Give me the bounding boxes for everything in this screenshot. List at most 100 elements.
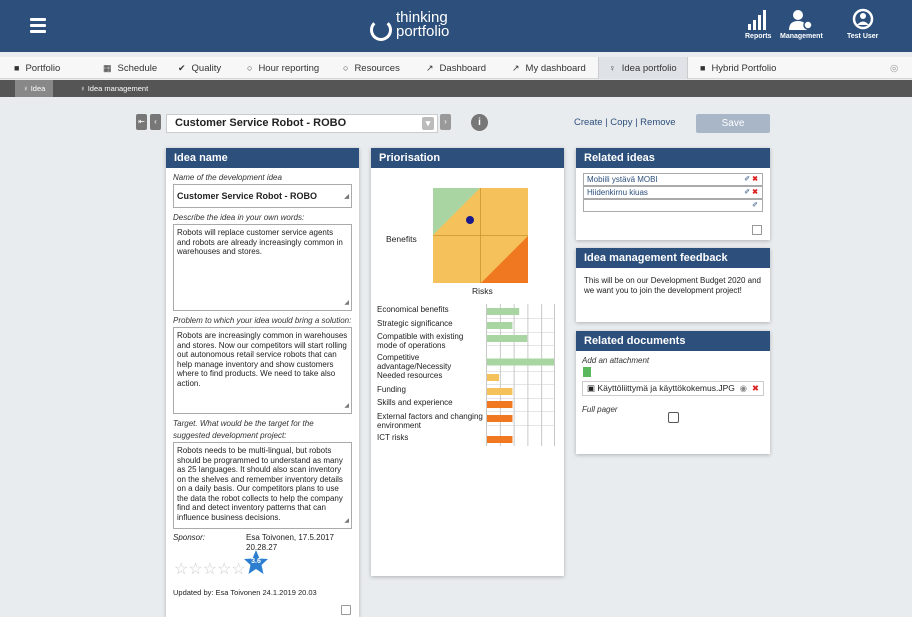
paperclip-icon[interactable]: ✐ (752, 200, 758, 211)
attachment-name[interactable]: Käyttöliittymä ja käyttökokemus.JPG (597, 383, 734, 393)
related-idea-item[interactable]: Mobiili ystävä MOBI ✐ ✖ (583, 173, 763, 186)
nav-user[interactable]: Test User (847, 8, 878, 40)
risks-axis-label: Risks (472, 286, 493, 296)
name-label: Name of the development idea (173, 173, 282, 182)
problem-field[interactable]: Robots are increasingly common in wareho… (173, 327, 352, 414)
star-icon[interactable]: ☆ (174, 561, 188, 578)
criterion-label: Strategic significance (377, 319, 453, 328)
tab-label: Schedule (117, 62, 158, 74)
add-attachment-label: Add an attachment (582, 356, 650, 365)
previous-idea-icon[interactable]: ‹ (150, 114, 161, 130)
target-value: Robots needs to be multi-lingual, but ro… (177, 446, 343, 522)
benefits-axis-label: Benefits (386, 234, 417, 244)
tab-label: My dashboard (525, 62, 586, 74)
attachment-item[interactable]: ▣ Käyttöliittymä ja käyttökokemus.JPG ◉ … (582, 381, 764, 396)
target-label-1: Target. What would be the target for the (173, 419, 314, 428)
feedback-panel: Idea management feedback This will be on… (576, 248, 770, 322)
average-rating-badge: 3.6 (243, 549, 269, 575)
name-field[interactable]: Customer Service Robot - ROBO ◢ (173, 184, 352, 208)
target-field[interactable]: Robots needs to be multi-lingual, but ro… (173, 442, 352, 529)
clock-icon: ○ (247, 63, 253, 73)
related-idea-item[interactable]: Hiidenkirnu kiuas ✐ ✖ (583, 186, 763, 199)
tab-label: Quality (191, 62, 222, 74)
nav-reports[interactable]: Reports (745, 8, 771, 40)
idea-actions[interactable]: Create | Copy | Remove (574, 117, 676, 128)
related-idea-link[interactable]: Mobiili ystävä MOBI (587, 175, 658, 184)
hamburger-menu-icon[interactable] (30, 18, 46, 33)
info-icon[interactable]: i (471, 114, 488, 131)
idea-select[interactable]: Customer Service Robot - ROBO ▾ (166, 114, 438, 133)
tab-hour-reporting[interactable]: ○ Hour reporting (247, 57, 319, 79)
feedback-title: Idea management feedback (576, 248, 770, 268)
resize-handle-icon[interactable]: ◢ (344, 189, 349, 205)
criterion-bar (487, 335, 528, 342)
nav-reports-label: Reports (745, 33, 772, 40)
subnav-idea[interactable]: ♀ Idea (15, 80, 54, 97)
tab-schedule[interactable]: ▦ Schedule (103, 57, 157, 79)
bar-chart-icon (747, 8, 769, 30)
tab-portfolio[interactable]: ■ Portfolio (14, 57, 60, 79)
star-rating[interactable]: ☆☆☆☆☆ (174, 559, 246, 579)
nav-management[interactable]: Management (780, 8, 823, 40)
criterion-label: Funding (377, 385, 406, 394)
remove-icon[interactable]: ✖ (752, 176, 758, 183)
tab-my-dashboard[interactable]: ↗ My dashboard (512, 57, 586, 79)
resize-handle-icon[interactable]: ◢ (344, 402, 349, 412)
tab-label: Portfolio (25, 62, 61, 74)
view-icon[interactable]: ◉ (740, 382, 747, 395)
tab-hybrid-portfolio[interactable]: ■ Hybrid Portfolio (700, 57, 776, 79)
criterion-label: Skills and experience (377, 398, 453, 407)
sponsor-value-line-1: Esa Toivonen, 17.5.2017 (246, 533, 334, 542)
subnav-idea-management[interactable]: ♀ Idea management (80, 80, 148, 97)
remove-icon[interactable]: ✖ (752, 189, 758, 196)
feedback-text: This will be on our Development Budget 2… (584, 276, 761, 295)
star-icon[interactable]: ☆ (188, 561, 202, 578)
resize-handle-icon[interactable]: ◢ (344, 299, 349, 309)
logo[interactable]: thinking portfolio (370, 9, 449, 41)
problem-value: Robots are increasingly common in wareho… (177, 331, 348, 388)
paperclip-icon[interactable]: ✐ (744, 189, 750, 196)
next-idea-icon[interactable]: › (440, 114, 451, 130)
related-ideas-panel: Related ideas Mobiili ystävä MOBI ✐ ✖ Hii… (576, 148, 770, 240)
note-icon[interactable] (341, 605, 351, 615)
star-icon[interactable]: ☆ (203, 561, 217, 578)
image-file-icon: ▣ (587, 383, 598, 393)
idea-position-dot (466, 216, 474, 224)
resize-handle-icon[interactable]: ◢ (344, 517, 349, 527)
problem-label: Problem to which your idea would bring a… (173, 316, 352, 325)
first-idea-icon[interactable]: ⇤ (136, 114, 147, 130)
criterion-bar (487, 401, 513, 408)
tab-label: Resources (354, 62, 400, 74)
related-idea-new[interactable]: ✐ (583, 199, 763, 212)
save-button[interactable]: Save (696, 114, 770, 133)
documents-panel: Related documents Add an attachment ▣ Kä… (576, 331, 770, 454)
user-icon (852, 8, 874, 30)
line-chart-icon: ↗ (426, 62, 434, 73)
describe-label: Describe the idea in your own words: (173, 213, 305, 222)
criterion-bar (487, 374, 500, 381)
tab-label: Dashboard (439, 62, 487, 74)
risk-benefit-matrix (433, 188, 528, 283)
target-label-2: suggested development project: (173, 431, 287, 440)
tab-quality[interactable]: ✔ Quality (178, 57, 221, 79)
idea-select-value: Customer Service Robot - ROBO (175, 117, 347, 129)
tab-label: Hybrid Portfolio (711, 62, 777, 74)
add-file-icon[interactable] (583, 367, 591, 377)
idea-toolbar: ⇤ ‹ Customer Service Robot - ROBO ▾ › i … (0, 114, 912, 134)
sponsor-label: Sponsor: (173, 533, 206, 542)
tab-idea-portfolio[interactable]: ♀ Idea portfolio (598, 57, 688, 79)
tab-dashboard[interactable]: ↗ Dashboard (426, 57, 486, 79)
remove-icon[interactable]: ✖ (752, 382, 759, 395)
related-ideas-title: Related ideas (576, 148, 770, 168)
criterion-bar (487, 436, 513, 443)
full-pager-icon[interactable] (668, 412, 679, 423)
related-idea-link[interactable]: Hiidenkirnu kiuas (587, 188, 648, 197)
tab-resources[interactable]: ○ Resources (343, 57, 400, 79)
idea-panel: Idea name Name of the development idea C… (166, 148, 359, 617)
note-icon[interactable] (752, 225, 762, 235)
star-icon[interactable]: ☆ (217, 561, 231, 578)
collapse-icon[interactable]: ◎ (890, 57, 898, 79)
describe-field[interactable]: Robots will replace customer service age… (173, 224, 352, 311)
paperclip-icon[interactable]: ✐ (744, 176, 750, 183)
criterion-label: Competitive advantage/Necessity (377, 353, 452, 371)
